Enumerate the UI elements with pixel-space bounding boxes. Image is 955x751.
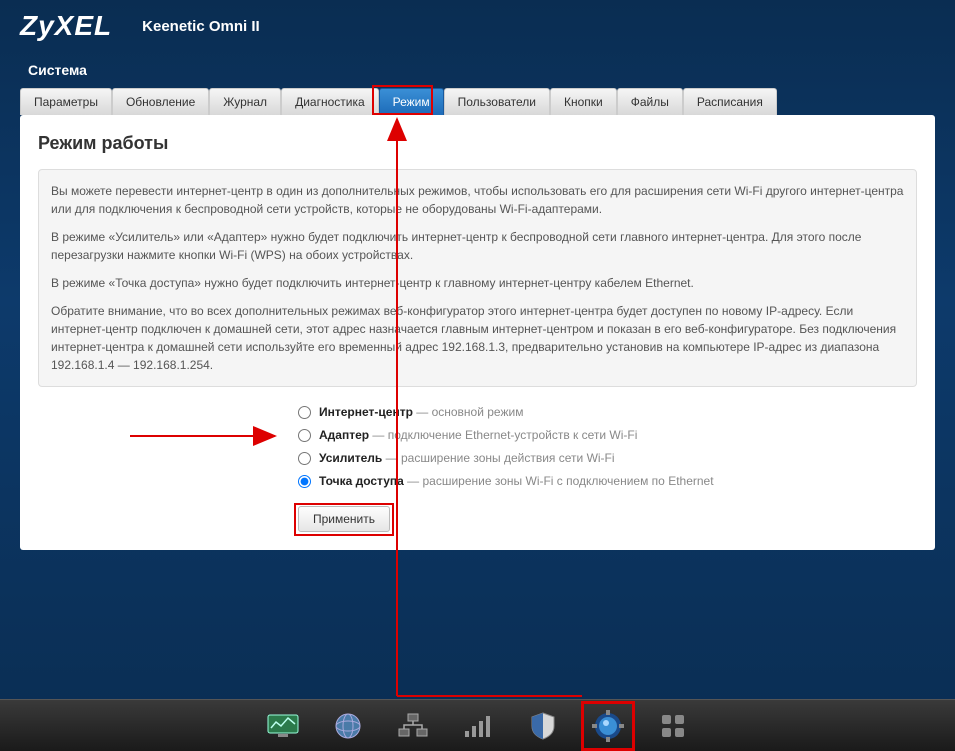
monitor-icon[interactable] (263, 709, 303, 743)
tab-update[interactable]: Обновление (112, 88, 209, 115)
tab-diagnostics[interactable]: Диагностика (281, 88, 379, 115)
product-name: Keenetic Omni II (142, 18, 260, 35)
tabs-bar: Параметры Обновление Журнал Диагностика … (20, 88, 955, 115)
tab-files[interactable]: Файлы (617, 88, 683, 115)
signal-icon[interactable] (458, 709, 498, 743)
section-title: Система (0, 47, 955, 88)
radio-internet-center[interactable] (298, 406, 311, 419)
apply-button[interactable]: Применить (298, 506, 390, 532)
option-sub: — основной режим (413, 405, 524, 419)
info-p2: В режиме «Усилитель» или «Адаптер» нужно… (51, 228, 904, 264)
option-main: Точка доступа (319, 474, 404, 488)
option-main: Усилитель (319, 451, 382, 465)
info-p4: Обратите внимание, что во всех дополните… (51, 302, 904, 374)
tab-mode[interactable]: Режим (379, 88, 444, 115)
logo: ZyXEL (20, 10, 112, 42)
network-icon[interactable] (393, 709, 433, 743)
option-access-point[interactable]: Точка доступа — расширение зоны Wi-Fi с … (298, 474, 917, 488)
bottom-bar (0, 699, 955, 751)
option-sub: — расширение зоны Wi-Fi с подключением п… (404, 474, 714, 488)
option-main: Интернет-центр (319, 405, 413, 419)
gear-icon[interactable] (588, 709, 628, 743)
option-main: Адаптер (319, 428, 369, 442)
tab-users[interactable]: Пользователи (444, 88, 550, 115)
shield-icon[interactable] (523, 709, 563, 743)
mode-options: Интернет-центр — основной режим Адаптер … (298, 405, 917, 488)
tab-parameters[interactable]: Параметры (20, 88, 112, 115)
apps-icon[interactable] (653, 709, 693, 743)
panel-title: Режим работы (38, 133, 917, 154)
radio-access-point[interactable] (298, 475, 311, 488)
globe-icon[interactable] (328, 709, 368, 743)
option-adapter[interactable]: Адаптер — подключение Ethernet-устройств… (298, 428, 917, 442)
info-p3: В режиме «Точка доступа» нужно будет под… (51, 274, 904, 292)
option-internet-center[interactable]: Интернет-центр — основной режим (298, 405, 917, 419)
info-box: Вы можете перевести интернет-центр в оди… (38, 169, 917, 387)
tab-log[interactable]: Журнал (209, 88, 281, 115)
tab-buttons[interactable]: Кнопки (550, 88, 617, 115)
radio-amplifier[interactable] (298, 452, 311, 465)
info-p1: Вы можете перевести интернет-центр в оди… (51, 182, 904, 218)
main-panel: Режим работы Вы можете перевести интерне… (20, 115, 935, 550)
option-sub: — расширение зоны действия сети Wi-Fi (382, 451, 614, 465)
option-sub: — подключение Ethernet-устройств к сети … (369, 428, 637, 442)
radio-adapter[interactable] (298, 429, 311, 442)
tab-schedules[interactable]: Расписания (683, 88, 777, 115)
option-amplifier[interactable]: Усилитель — расширение зоны действия сет… (298, 451, 917, 465)
